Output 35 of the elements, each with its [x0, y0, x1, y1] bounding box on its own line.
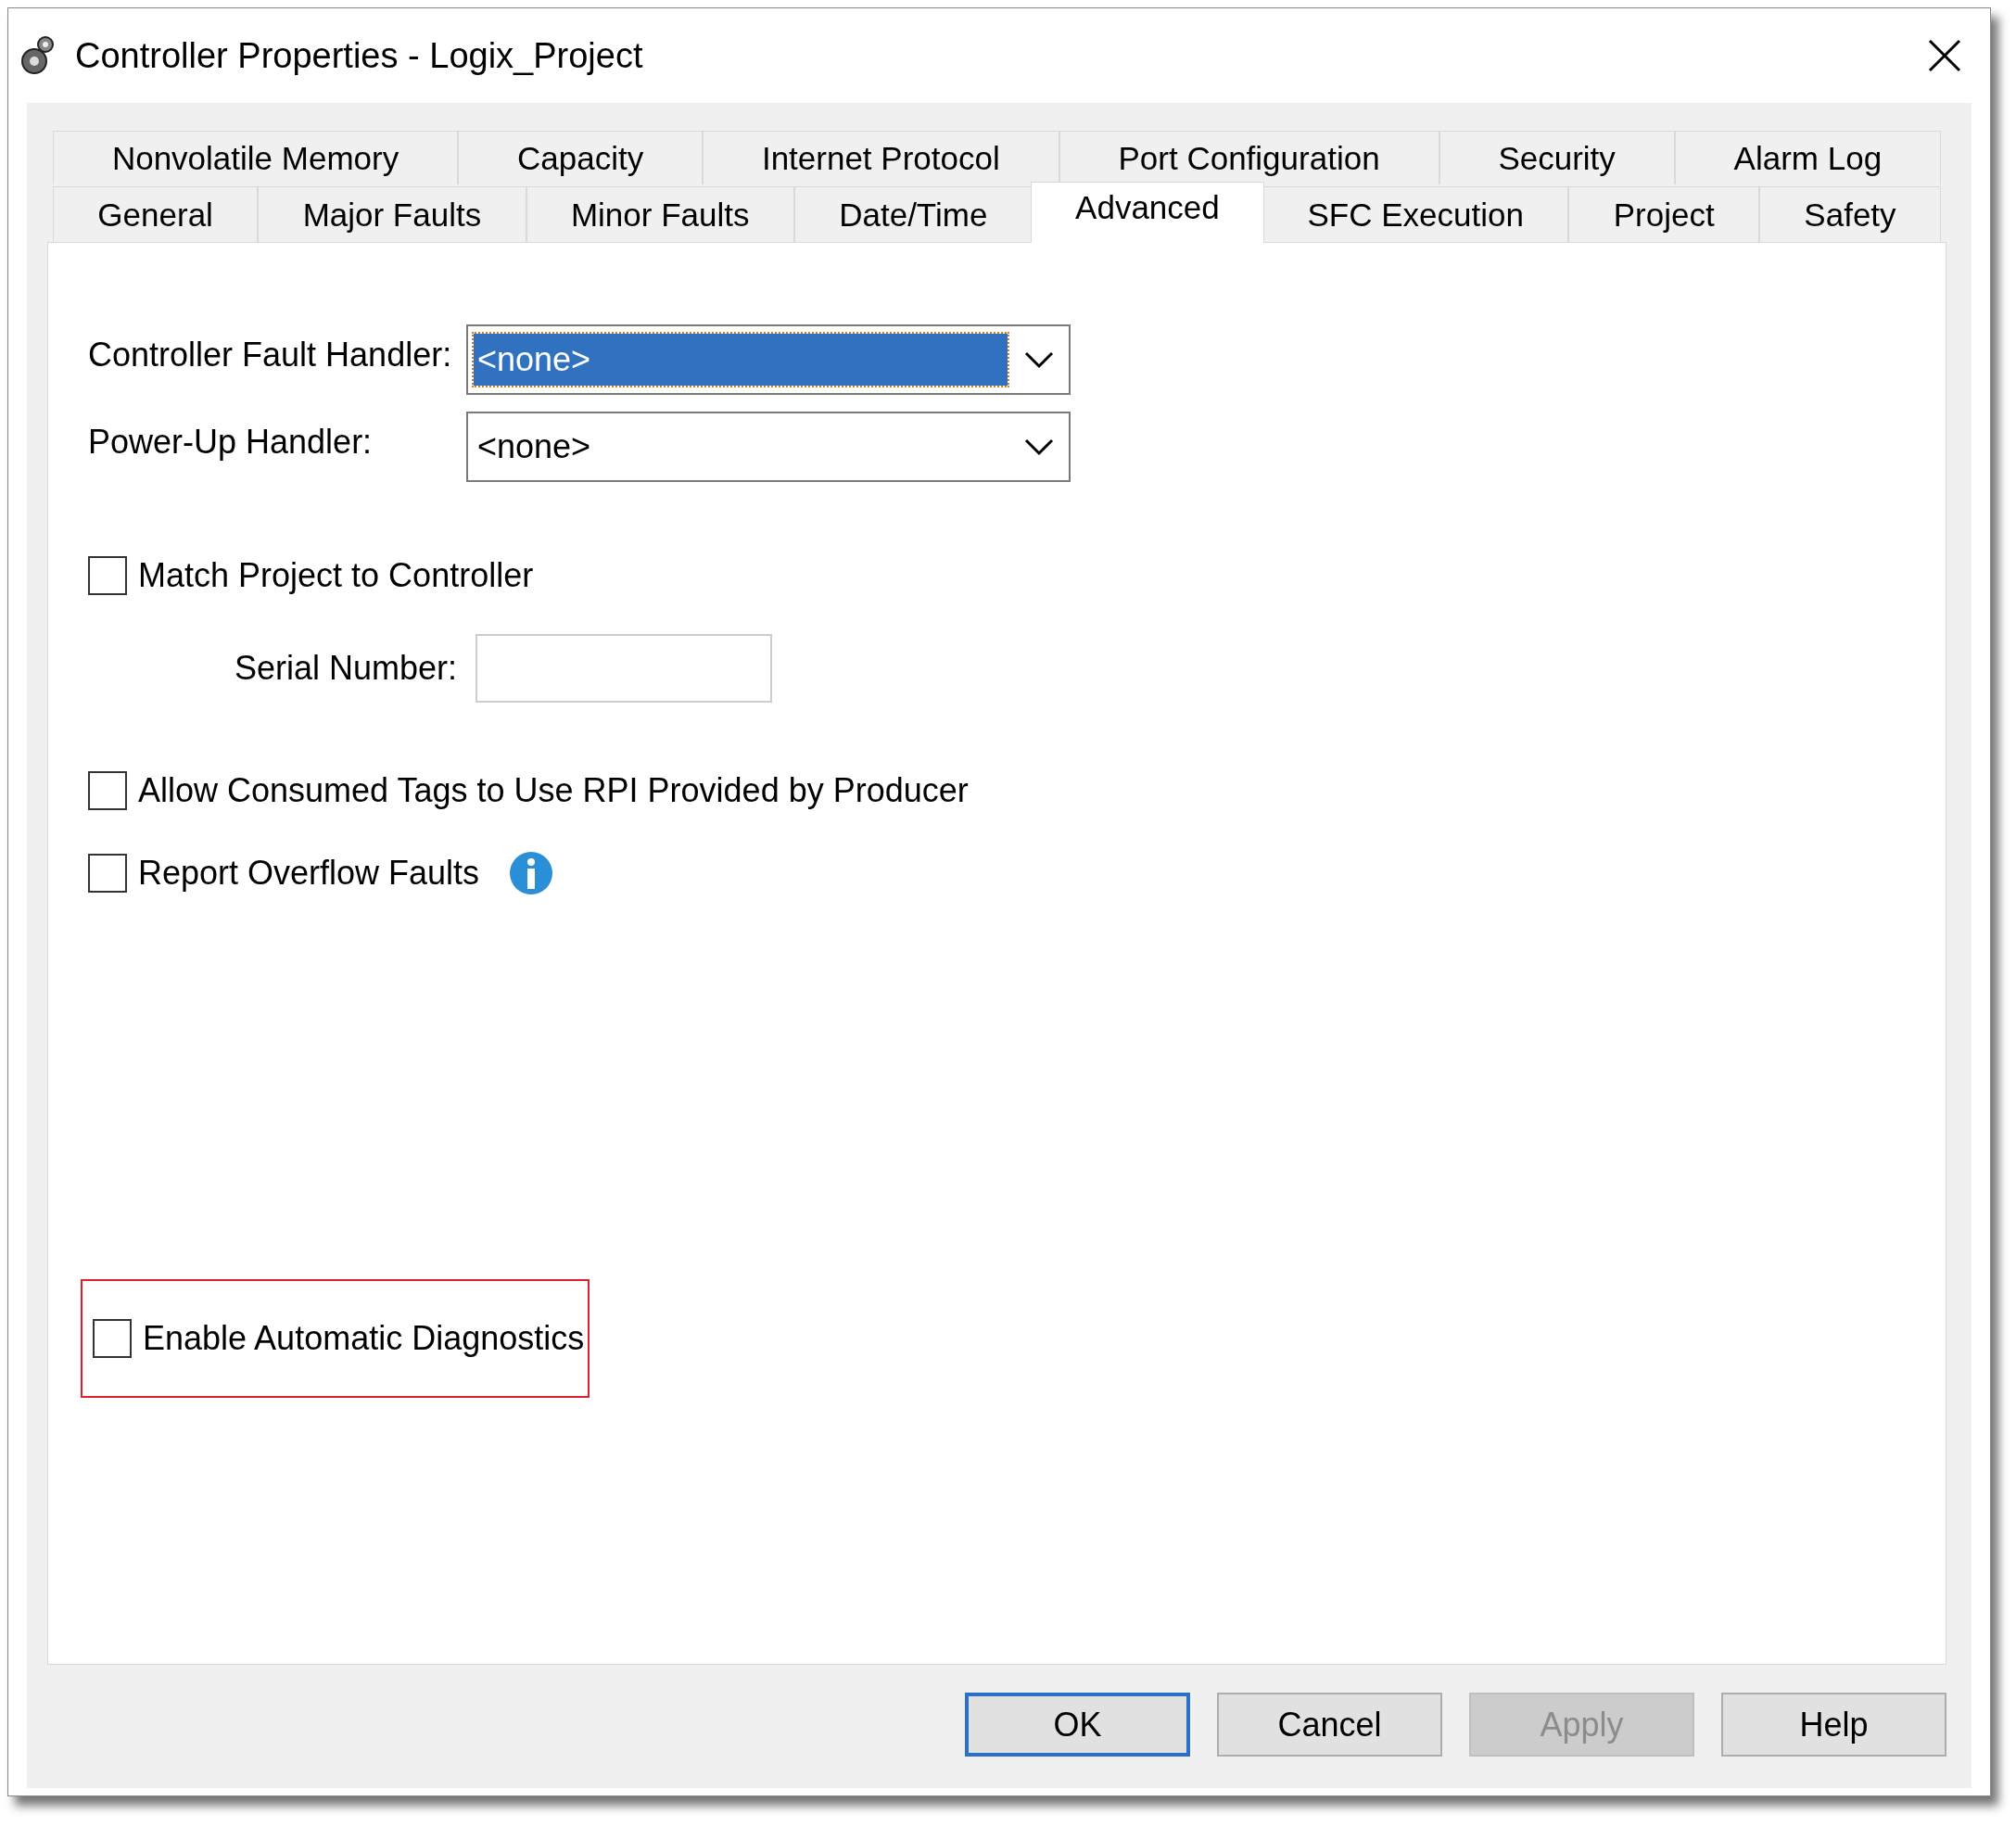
tab[interactable]: SFC Execution [1262, 186, 1569, 242]
checkbox-label: Match Project to Controller [138, 556, 534, 595]
dialog-button[interactable]: Cancel [1217, 1693, 1442, 1757]
window-title: Controller Properties - Logix_Project [75, 35, 644, 76]
checkbox[interactable] [88, 556, 127, 595]
dropdown[interactable]: <none> [466, 412, 1071, 482]
tab[interactable]: Internet Protocol [703, 131, 1059, 184]
checkbox-label: Enable Automatic Diagnostics [143, 1319, 585, 1358]
dialog-button[interactable]: OK [965, 1693, 1190, 1757]
tab[interactable]: Project [1568, 186, 1759, 242]
tab[interactable]: Minor Faults [526, 186, 794, 242]
tab[interactable]: Security [1439, 131, 1675, 184]
dropdown[interactable]: <none> [466, 324, 1071, 395]
checkbox-label: Allow Consumed Tags to Use RPI Provided by Producer [138, 771, 969, 810]
tab[interactable]: Nonvolatile Memory [53, 131, 459, 184]
tab[interactable]: General [53, 186, 259, 242]
checkbox[interactable] [88, 854, 127, 893]
info-icon[interactable] [509, 851, 554, 895]
checkbox[interactable] [88, 771, 127, 810]
input-field[interactable] [475, 634, 773, 703]
tab[interactable]: Advanced [1030, 182, 1265, 243]
tab[interactable]: Date/Time [793, 186, 1033, 242]
tab[interactable]: Major Faults [258, 186, 526, 242]
tab[interactable]: Capacity [458, 131, 703, 184]
dialog-button[interactable]: Help [1721, 1693, 1946, 1757]
gears-icon [19, 35, 57, 76]
checkbox-label: Report Overflow Faults [138, 854, 480, 893]
field-label: Serial Number: [235, 649, 458, 688]
tab[interactable]: Alarm Log [1674, 131, 1942, 184]
tab[interactable]: Port Configuration [1059, 131, 1439, 184]
field-label: Power-Up Handler: [88, 422, 374, 463]
close-icon [1928, 39, 1961, 72]
checkbox[interactable] [93, 1319, 132, 1358]
field-label: Controller Fault Handler: [88, 335, 453, 375]
tab[interactable]: Safety [1759, 186, 1941, 242]
